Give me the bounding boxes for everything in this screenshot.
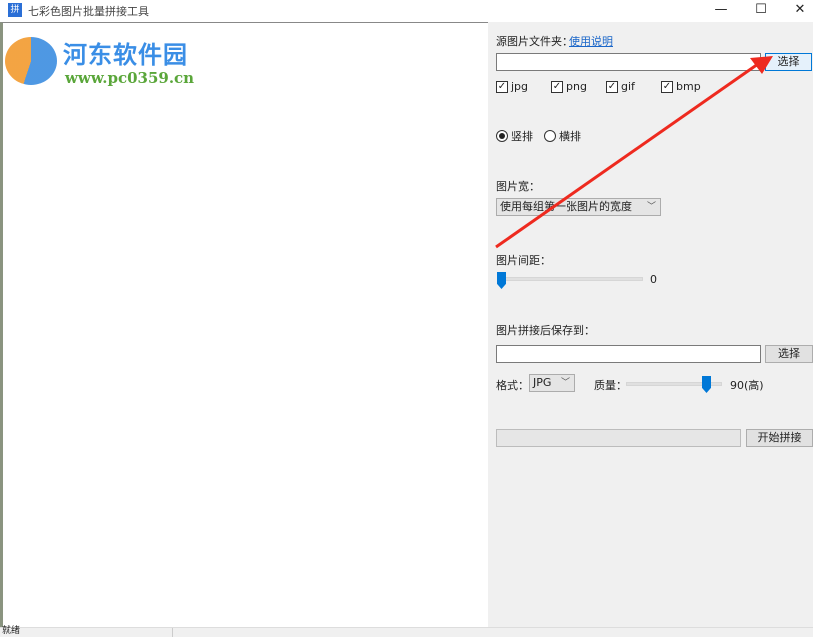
checkbox-icon: ✓ bbox=[496, 80, 508, 93]
spacing-slider-thumb[interactable] bbox=[497, 272, 506, 289]
checkbox-icon: ✓ bbox=[606, 80, 618, 93]
quality-slider-thumb[interactable] bbox=[702, 376, 711, 393]
spacing-slider-track[interactable] bbox=[498, 277, 643, 281]
checkbox-label: jpg bbox=[511, 80, 529, 93]
status-bar: 就绪 bbox=[0, 626, 813, 637]
radio-icon bbox=[544, 130, 556, 142]
checkbox-jpg[interactable]: ✓ jpg bbox=[496, 80, 528, 93]
checkbox-icon: ✓ bbox=[551, 80, 563, 93]
help-link[interactable]: 使用说明 bbox=[569, 33, 613, 49]
checkbox-icon: ✓ bbox=[661, 80, 673, 93]
quality-label: 质量： bbox=[594, 379, 627, 392]
checkbox-gif[interactable]: ✓ gif bbox=[606, 80, 635, 93]
status-text: 就绪 bbox=[2, 626, 21, 636]
progress-bar bbox=[496, 429, 741, 447]
source-browse-button[interactable]: 选择 bbox=[765, 53, 812, 71]
spacing-value: 0 bbox=[650, 273, 657, 286]
output-label: 图片拼接后保存到： bbox=[496, 324, 595, 337]
watermark-url: www.pc0359.cn bbox=[65, 69, 195, 87]
maximize-button[interactable]: ☐ bbox=[743, 0, 779, 22]
watermark-name: 河东软件园 bbox=[63, 40, 188, 69]
minimize-button[interactable]: — bbox=[703, 0, 739, 22]
radio-vertical[interactable]: 竖排 bbox=[496, 128, 533, 144]
output-path-input[interactable] bbox=[496, 345, 761, 363]
format-label: 格式： bbox=[496, 379, 529, 392]
checkbox-label: gif bbox=[621, 80, 635, 93]
format-select-value: JPG bbox=[533, 376, 552, 389]
checkbox-label: bmp bbox=[676, 80, 701, 93]
radio-horizontal[interactable]: 横排 bbox=[544, 128, 581, 144]
radio-label: 竖排 bbox=[511, 130, 533, 143]
preview-canvas: 河东软件园 www.pc0359.cn bbox=[0, 22, 488, 627]
source-folder-label: 源图片文件夹： bbox=[496, 35, 573, 48]
format-select[interactable]: JPG ﹀ bbox=[529, 374, 575, 392]
width-select-value: 使用每组第一张图片的宽度 bbox=[500, 200, 632, 213]
radio-label: 横排 bbox=[559, 130, 581, 143]
chevron-down-icon: ﹀ bbox=[646, 202, 656, 212]
chevron-down-icon: ﹀ bbox=[560, 378, 570, 388]
source-folder-input[interactable] bbox=[496, 53, 761, 71]
output-browse-button[interactable]: 选择 bbox=[765, 345, 813, 363]
checkbox-bmp[interactable]: ✓ bmp bbox=[661, 80, 701, 93]
checkbox-label: png bbox=[566, 80, 587, 93]
close-button[interactable]: ✕ bbox=[782, 0, 813, 22]
title-bar: 拼 七彩色图片批量拼接工具 — ☐ ✕ bbox=[0, 0, 813, 22]
app-icon: 拼 bbox=[8, 3, 22, 17]
window-title: 七彩色图片批量拼接工具 bbox=[28, 5, 149, 18]
watermark-logo-icon bbox=[5, 37, 57, 85]
width-select[interactable]: 使用每组第一张图片的宽度 ﹀ bbox=[496, 198, 661, 216]
annotation-arrow-icon bbox=[495, 56, 773, 249]
checkbox-png[interactable]: ✓ png bbox=[551, 80, 587, 93]
quality-value: 90(高) bbox=[730, 379, 764, 392]
radio-icon bbox=[496, 130, 508, 142]
watermark: 河东软件园 www.pc0359.cn bbox=[5, 31, 205, 89]
spacing-label: 图片间距： bbox=[496, 254, 551, 267]
width-label: 图片宽： bbox=[496, 180, 540, 193]
start-button[interactable]: 开始拼接 bbox=[746, 429, 813, 447]
